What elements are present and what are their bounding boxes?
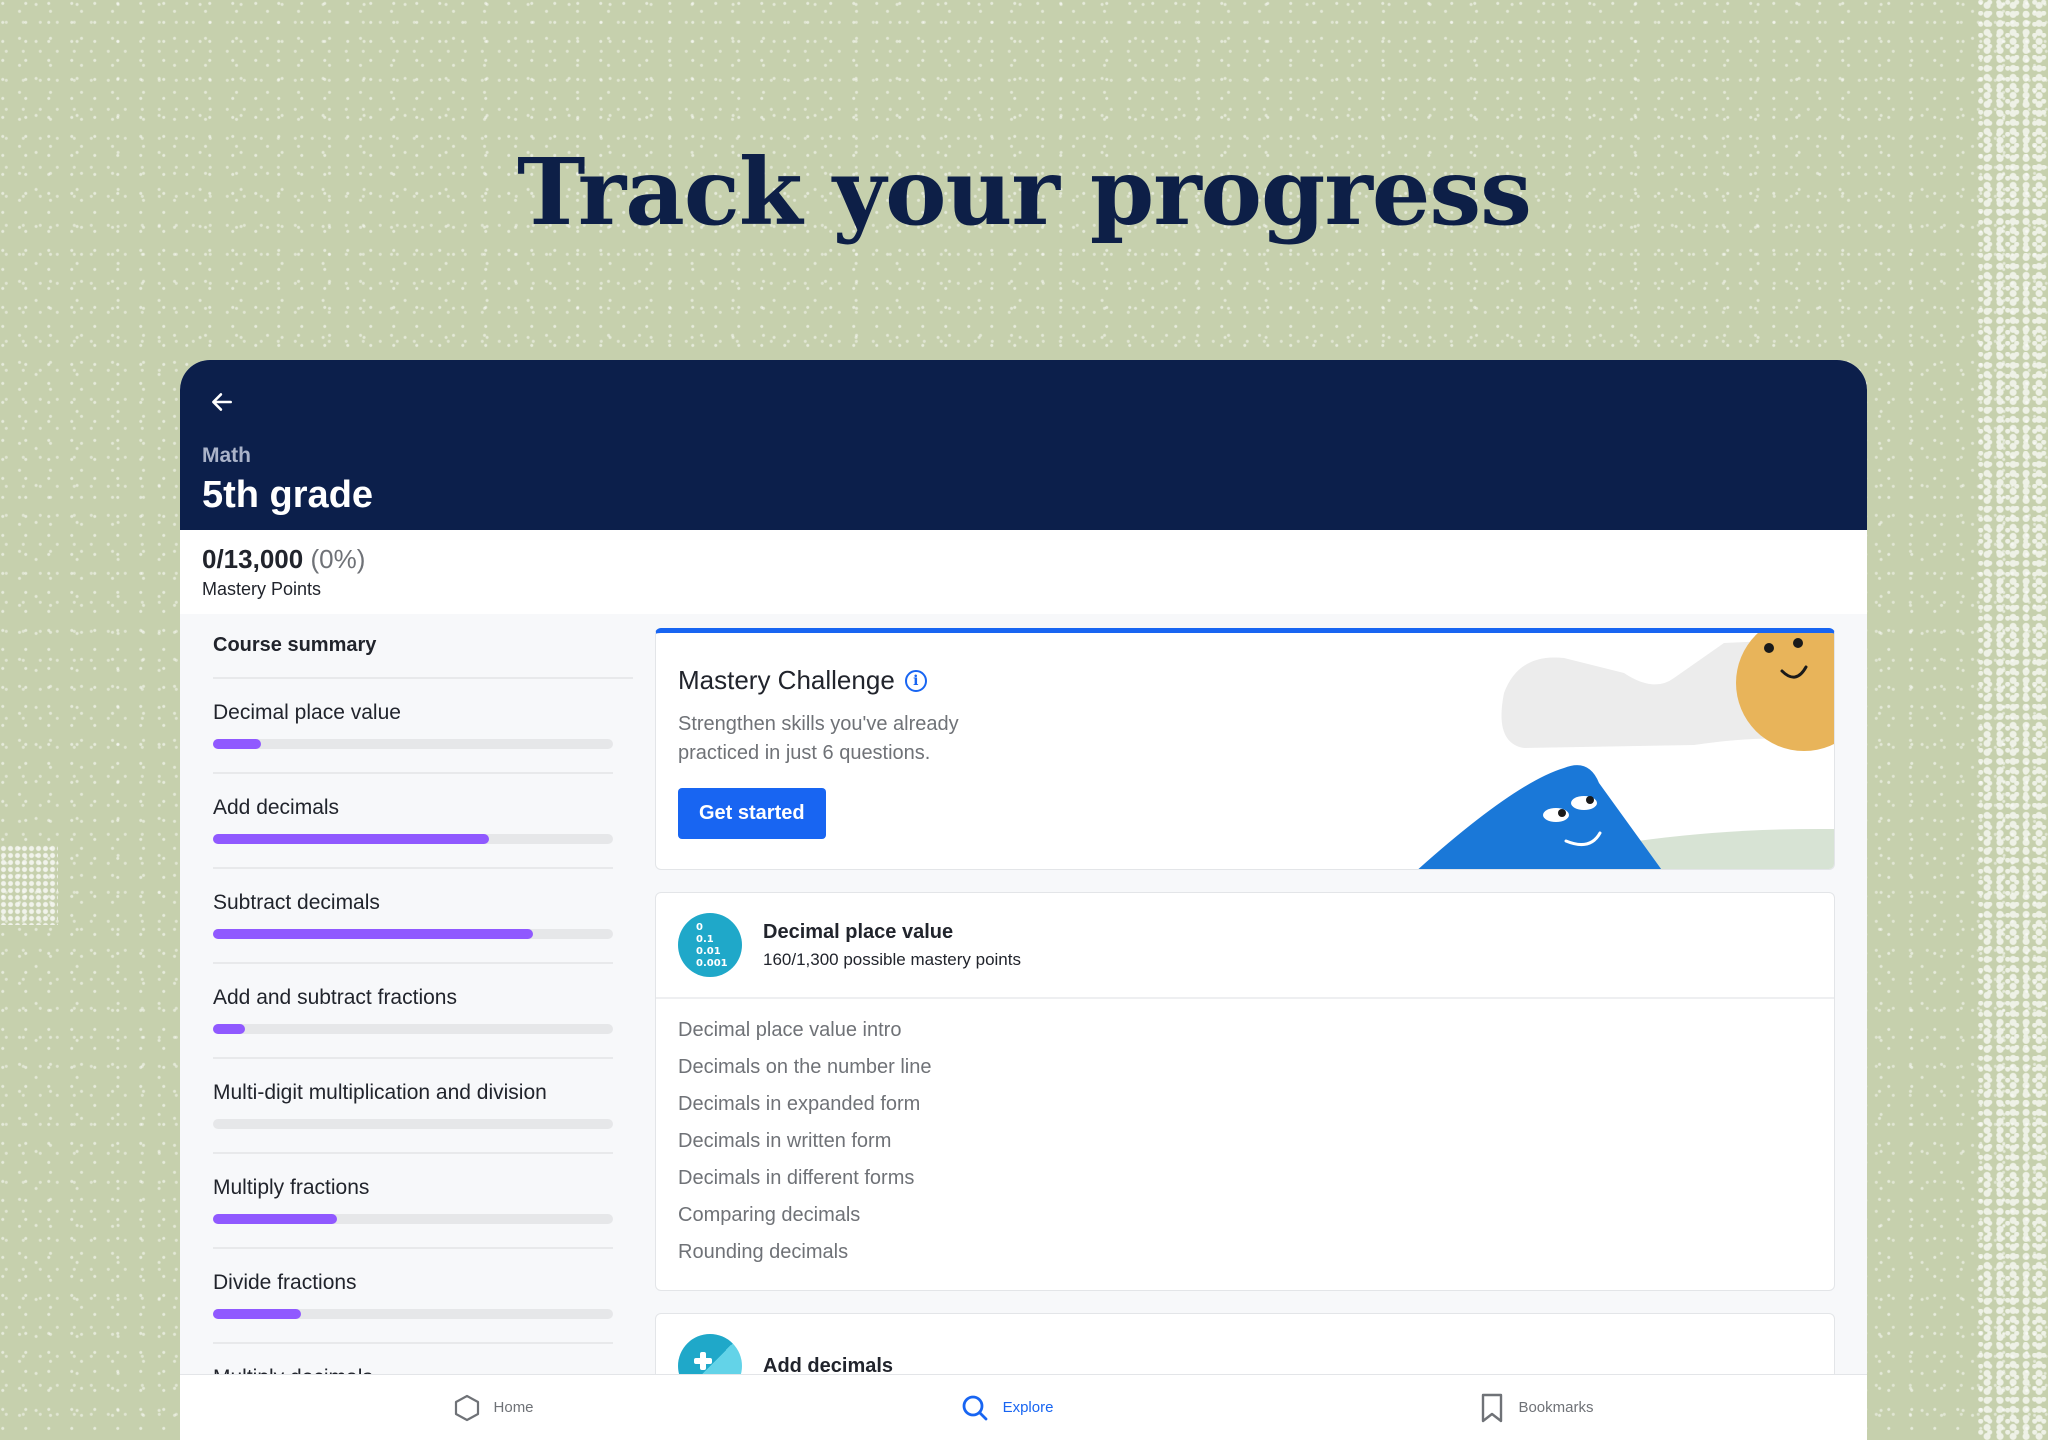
unit-progress-bar (213, 1214, 613, 1224)
sidebar-unit[interactable]: Add and subtract fractions (213, 964, 613, 1059)
nav-bookmarks[interactable]: Bookmarks (1480, 1392, 1593, 1424)
sidebar-unit[interactable]: Subtract decimals (213, 869, 613, 964)
unit-progress-bar (213, 1119, 613, 1129)
main-content: Mastery Challenge i Strengthen skills yo… (633, 614, 1867, 1440)
lesson-link[interactable]: Decimals on the number line (678, 1056, 1812, 1093)
hexagon-icon (454, 1394, 479, 1421)
mastery-summary: 0/13,000 (0%) Mastery Points (180, 530, 1867, 614)
nav-explore[interactable]: Explore (961, 1394, 1054, 1422)
info-icon[interactable]: i (904, 669, 927, 692)
mastery-challenge-card: Mastery Challenge i Strengthen skills yo… (655, 628, 1835, 870)
nav-home[interactable]: Home (454, 1394, 534, 1422)
unit-card-decimal-place-value: 0 0.1 0.01 0.001 Decimal place value 160… (655, 892, 1835, 1291)
unit-progress-bar (213, 1309, 613, 1319)
course-header: Math 5th grade (180, 360, 1867, 530)
course-summary-sidebar: Course summary Decimal place value Add de… (180, 614, 633, 1440)
sidebar-unit[interactable]: Multiply fractions (213, 1154, 613, 1249)
sidebar-unit-name: Divide fractions (213, 1271, 357, 1294)
sidebar-unit-name: Multi-digit multiplication and division (213, 1081, 547, 1104)
lesson-link[interactable]: Comparing decimals (678, 1204, 1812, 1241)
arrow-left-icon (212, 393, 232, 411)
back-button[interactable] (202, 382, 242, 422)
lesson-link[interactable]: Decimals in expanded form (678, 1093, 1812, 1130)
sidebar-unit[interactable]: Decimal place value (213, 679, 613, 774)
sidebar-unit-name: Add decimals (213, 796, 340, 819)
search-icon (962, 1395, 987, 1420)
mastery-challenge-description: Strengthen skills you've already practic… (678, 713, 959, 764)
unit-card-mastery-points: 160/1,300 possible mastery points (763, 949, 1021, 969)
mastery-challenge-title: Mastery Challenge (678, 665, 895, 695)
unit-progress-bar (213, 739, 613, 749)
lesson-link[interactable]: Decimal place value intro (678, 1019, 1812, 1056)
bottom-navigation: Home Explore Bookmarks (180, 1374, 1867, 1440)
bookmark-icon (1482, 1393, 1503, 1422)
content-area: Course summary Decimal place value Add de… (180, 614, 1867, 1440)
lesson-list: Decimal place value intro Decimals on the… (656, 999, 1834, 1290)
sidebar-unit-name: Subtract decimals (213, 891, 380, 914)
unit-progress-bar (213, 834, 613, 844)
lesson-link[interactable]: Decimals in written form (678, 1130, 1812, 1167)
lesson-link[interactable]: Decimals in different forms (678, 1167, 1812, 1204)
unit-progress-fill (213, 1309, 301, 1319)
course-summary-heading: Course summary (213, 634, 633, 679)
unit-list: Decimal place value Add decimals Subtract … (213, 679, 633, 1439)
sidebar-unit-name: Add and subtract fractions (213, 986, 457, 1009)
unit-progress-fill (213, 929, 533, 939)
nav-home-label: Home (493, 1399, 534, 1416)
unit-progress-fill (213, 834, 489, 844)
unit-progress-fill (213, 739, 261, 749)
sidebar-unit-name: Multiply fractions (213, 1176, 370, 1199)
sidebar-unit[interactable]: Multi-digit multiplication and division (213, 1059, 613, 1154)
nav-explore-label: Explore (1002, 1399, 1054, 1416)
sidebar-unit[interactable]: Add decimals (213, 774, 613, 869)
app-window: Math 5th grade 0/13,000 (0%) Mastery Poi… (180, 360, 1867, 1440)
unit-progress-bar (213, 1024, 613, 1034)
unit-progress-bar (213, 929, 613, 939)
unit-progress-fill (213, 1024, 245, 1034)
mastery-points-label: Mastery Points (202, 579, 322, 599)
decimal-place-value-icon: 0 0.1 0.01 0.001 (678, 913, 742, 977)
unit-card-title: Decimal place value (763, 920, 954, 943)
mastery-percent: (0%) (310, 544, 366, 574)
course-title: 5th grade (202, 474, 374, 516)
sidebar-unit[interactable]: Divide fractions (213, 1249, 613, 1344)
unit-card-header[interactable]: 0 0.1 0.01 0.001 Decimal place value 160… (656, 893, 1834, 999)
mastery-challenge-title-row: Mastery Challenge i (678, 665, 1812, 696)
lesson-link[interactable]: Rounding decimals (678, 1241, 1812, 1278)
hero-title: Track your progress (517, 138, 1532, 246)
subject-label: Math (202, 444, 251, 467)
mastery-points-value: 0/13,000 (202, 544, 304, 574)
background-speckle-patch (0, 845, 58, 925)
mastery-score: 0/13,000 (0%) (202, 544, 1845, 575)
get-started-button[interactable]: Get started (678, 788, 826, 839)
sidebar-unit-name: Decimal place value (213, 701, 401, 724)
unit-progress-fill (213, 1214, 337, 1224)
nav-bookmarks-label: Bookmarks (1518, 1399, 1594, 1416)
